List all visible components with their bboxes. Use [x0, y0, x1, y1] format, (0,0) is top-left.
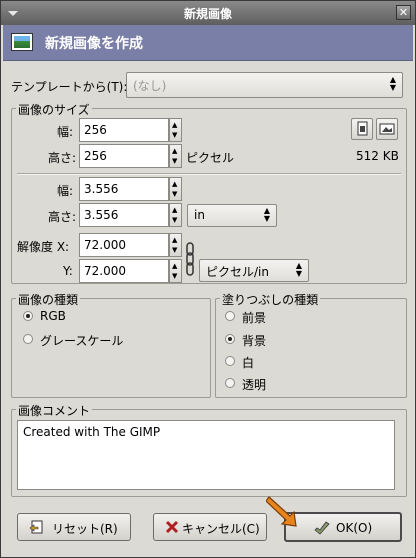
- reset-button[interactable]: リセット(R): [17, 513, 131, 541]
- print-height-spinbutton[interactable]: 3.556 ▲ ▼: [79, 203, 183, 227]
- cancel-icon: [165, 520, 179, 534]
- radio-dot: [225, 378, 235, 388]
- resolution-unit-value: ピクセル/in: [206, 265, 269, 279]
- radio-label: 背景: [242, 334, 267, 348]
- height-input[interactable]: 256: [79, 144, 169, 168]
- print-width-label: 幅:: [57, 184, 74, 198]
- image-size-legend: 画像のサイズ: [16, 101, 92, 118]
- print-height-input[interactable]: 3.556: [79, 203, 169, 227]
- resolution-x-spin-arrows[interactable]: ▲ ▼: [169, 233, 182, 257]
- template-label: テンプレートから(T):: [11, 80, 128, 94]
- resolution-y-spin-arrows[interactable]: ▲ ▼: [169, 259, 182, 283]
- resolution-y-label: Y:: [63, 264, 73, 278]
- radio-label: 白: [242, 356, 255, 370]
- resolution-y-spinbutton[interactable]: 72.000 ▲ ▼: [79, 259, 183, 283]
- resolution-y-input[interactable]: 72.000: [79, 259, 169, 283]
- width-label: 幅:: [57, 125, 74, 139]
- chain-link-icon[interactable]: [184, 237, 196, 281]
- cancel-label: キャンセル(C): [182, 522, 260, 536]
- comment-legend: 画像コメント: [16, 402, 93, 419]
- combo-arrows-icon: ▲ ▼: [295, 261, 302, 278]
- radio-label: 前景: [242, 311, 267, 325]
- radio-dot: [23, 311, 33, 321]
- height-spinbutton[interactable]: 256 ▲ ▼: [79, 144, 183, 168]
- reset-icon: [29, 520, 43, 534]
- width-spin-arrows[interactable]: ▲ ▼: [169, 118, 182, 142]
- pixel-unit-label: ピクセル: [186, 151, 235, 165]
- radio-label: グレースケール: [40, 334, 124, 348]
- width-input[interactable]: 256: [79, 118, 169, 142]
- resolution-unit-combo[interactable]: ピクセル/in ▲ ▼: [199, 259, 309, 282]
- template-combo[interactable]: (なし) ▲ ▼: [126, 72, 403, 98]
- reset-label: リセット(R): [52, 522, 118, 536]
- radio-dot: [225, 356, 235, 366]
- portrait-icon: [357, 121, 368, 136]
- print-height-spin-arrows[interactable]: ▲ ▼: [169, 203, 182, 227]
- print-width-spin-arrows[interactable]: ▲ ▼: [169, 177, 182, 201]
- print-width-input[interactable]: 3.556: [79, 177, 169, 201]
- radio-dot: [225, 311, 235, 321]
- fill-type-legend: 塗りつぶしの種類: [220, 291, 321, 308]
- comment-textarea[interactable]: Created with The GIMP: [17, 420, 395, 490]
- size-separator: [17, 173, 401, 175]
- pointer-arrow-icon: [266, 496, 297, 527]
- width-spinbutton[interactable]: 256 ▲ ▼: [79, 118, 183, 142]
- ok-label: OK(O): [336, 521, 373, 535]
- radio-dot: [225, 334, 235, 344]
- ok-icon: [314, 521, 330, 535]
- resolution-x-input[interactable]: 72.000: [79, 233, 169, 257]
- height-spin-arrows[interactable]: ▲ ▼: [169, 144, 182, 168]
- title-bar[interactable]: 新規画像 ✕: [1, 1, 415, 25]
- comment-text: Created with The GIMP: [23, 425, 161, 439]
- window-title: 新規画像: [183, 7, 232, 21]
- portrait-button[interactable]: [351, 118, 373, 140]
- image-type-legend: 画像の種類: [16, 291, 81, 308]
- radio-label: RGB: [40, 309, 66, 323]
- print-unit-combo[interactable]: in ▲ ▼: [187, 204, 277, 227]
- resolution-x-label: 解像度 X:: [17, 240, 70, 254]
- resolution-x-spinbutton[interactable]: 72.000 ▲ ▼: [79, 233, 183, 257]
- image-icon: [11, 33, 33, 51]
- header-banner: 新規画像を作成: [3, 25, 413, 61]
- combo-arrows-icon: ▲ ▼: [263, 206, 270, 223]
- file-size-label: 512 KB: [356, 149, 399, 163]
- new-image-dialog: 新規画像 ✕ 新規画像を作成 テンプレートから(T): (なし) ▲ ▼ 画像のサ…: [0, 0, 416, 558]
- radio-label: 透明: [242, 378, 267, 392]
- radio-dot: [23, 334, 33, 344]
- landscape-icon: [379, 123, 395, 135]
- close-button[interactable]: ✕: [396, 5, 411, 20]
- banner-heading: 新規画像を作成: [45, 36, 143, 52]
- cancel-button[interactable]: キャンセル(C): [153, 513, 267, 541]
- landscape-button[interactable]: [376, 118, 398, 140]
- combo-arrows-icon: ▲ ▼: [389, 75, 396, 92]
- print-height-label: 高さ:: [48, 210, 77, 224]
- template-value: (なし): [133, 79, 167, 93]
- print-width-spinbutton[interactable]: 3.556 ▲ ▼: [79, 177, 183, 201]
- height-label: 高さ:: [48, 151, 77, 165]
- print-unit-value: in: [194, 208, 205, 222]
